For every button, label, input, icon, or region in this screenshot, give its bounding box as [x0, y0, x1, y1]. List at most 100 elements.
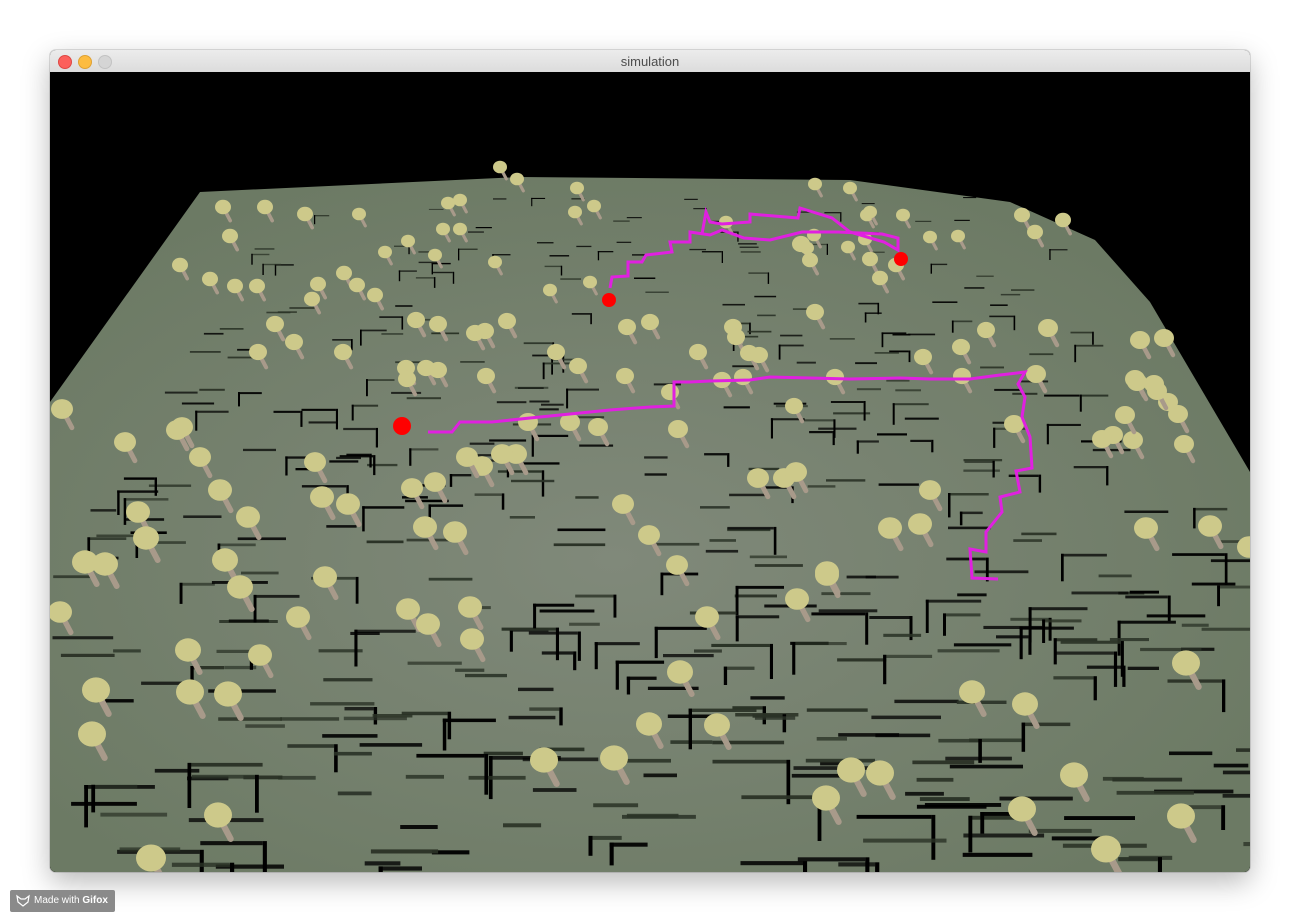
title-bar[interactable]: simulation: [50, 50, 1250, 73]
tile-gap: [943, 613, 946, 636]
tile-gap: [573, 651, 577, 671]
tile-gap: [501, 627, 556, 631]
tile-gap: [362, 506, 405, 509]
tile-gap: [409, 448, 412, 466]
tile-gap: [721, 251, 723, 263]
tile-gap: [644, 473, 667, 476]
tile-gap: [523, 342, 553, 345]
tile-gap: [1193, 507, 1228, 511]
tile-gap: [1046, 423, 1049, 445]
tile-gap: [883, 633, 922, 637]
tile-gap: [705, 549, 739, 553]
tile-gap: [905, 791, 944, 796]
tile-gap: [458, 248, 460, 261]
badge-brand: Gifox: [82, 895, 108, 906]
tile-gap: [379, 316, 402, 318]
tile-gap: [881, 332, 884, 348]
tile-gap: [904, 417, 939, 420]
waypoint-marker[interactable]: [393, 417, 411, 435]
tile-gap: [243, 448, 276, 452]
tile-gap: [996, 635, 1029, 639]
tile-gap: [542, 362, 545, 380]
tile-gap: [1011, 289, 1035, 291]
tile-gap: [1064, 816, 1135, 820]
tile-gap: [1028, 607, 1088, 611]
tile-gap: [701, 251, 722, 253]
tile-gap: [626, 676, 631, 695]
tile-gap: [895, 389, 921, 392]
tile-gap: [1129, 590, 1159, 594]
tile-gap: [818, 427, 857, 430]
tile-gap: [740, 251, 761, 253]
tile-gap: [1074, 344, 1077, 363]
tile-gap: [1013, 315, 1016, 331]
tile-gap: [700, 506, 730, 509]
tile-gap: [301, 408, 336, 411]
tile-gap: [100, 812, 168, 817]
tile-gap: [990, 304, 1008, 306]
tile-gap: [52, 636, 114, 640]
tile-gap: [278, 775, 316, 780]
tile-gap: [366, 540, 404, 544]
tile-gap: [351, 404, 354, 421]
tile-gap: [406, 538, 449, 542]
tile-gap: [948, 526, 991, 530]
tile-gap: [875, 862, 880, 872]
tile-gap: [432, 271, 453, 274]
tile-gap: [792, 642, 796, 675]
tile-gap: [544, 265, 561, 268]
tile-gap: [735, 585, 739, 615]
waypoint-marker[interactable]: [894, 252, 908, 266]
tile-gap: [993, 427, 996, 448]
tile-gap: [449, 474, 472, 477]
tile-gap: [253, 594, 300, 598]
tile-gap: [994, 388, 1023, 391]
tile-gap: [740, 861, 803, 866]
tile-gap: [468, 775, 526, 780]
tile-gap: [616, 241, 632, 243]
tile-gap: [566, 388, 569, 409]
tile-gap: [333, 751, 372, 756]
tile-gap: [1079, 394, 1109, 397]
tile-gap: [951, 320, 954, 333]
tile-gap: [829, 338, 855, 340]
tile-gap: [626, 217, 642, 219]
tile-gap: [360, 329, 362, 346]
tile-gap: [381, 333, 404, 335]
tile-gap: [407, 661, 462, 665]
tile-gap: [910, 439, 932, 442]
tile-gap: [821, 592, 871, 596]
tile-gap: [858, 302, 878, 305]
tile-gap: [251, 253, 253, 265]
waypoint-marker[interactable]: [602, 293, 616, 307]
tile-gap: [588, 835, 593, 856]
tile-gap: [398, 270, 401, 282]
tile-gap: [364, 861, 401, 866]
tile-gap: [1157, 857, 1162, 872]
tile-gap: [684, 198, 698, 200]
tile-gap: [84, 785, 88, 828]
tile-gap: [280, 717, 340, 721]
made-with-gifox-badge[interactable]: Made with Gifox: [10, 890, 115, 912]
tile-gap: [113, 649, 141, 653]
tile-gap: [959, 511, 983, 515]
tile-gap: [431, 262, 433, 275]
tile-gap: [826, 479, 866, 482]
tile-gap: [154, 477, 157, 496]
tile-gap: [709, 539, 736, 542]
tile-gap: [1122, 665, 1126, 687]
terrain-scene[interactable]: [50, 72, 1250, 872]
tile-gap: [452, 271, 455, 284]
tile-gap: [343, 716, 407, 721]
tile-gap: [1071, 591, 1129, 595]
tile-gap: [123, 477, 155, 480]
tile-gap: [455, 668, 485, 672]
tile-gap: [769, 643, 773, 679]
tile-gap: [626, 676, 657, 680]
tile-gap: [727, 453, 730, 467]
tile-gap: [509, 516, 535, 519]
simulation-viewport[interactable]: [50, 72, 1250, 872]
tile-gap: [541, 403, 564, 406]
tile-gap: [976, 275, 994, 277]
tile-gap: [442, 718, 496, 723]
